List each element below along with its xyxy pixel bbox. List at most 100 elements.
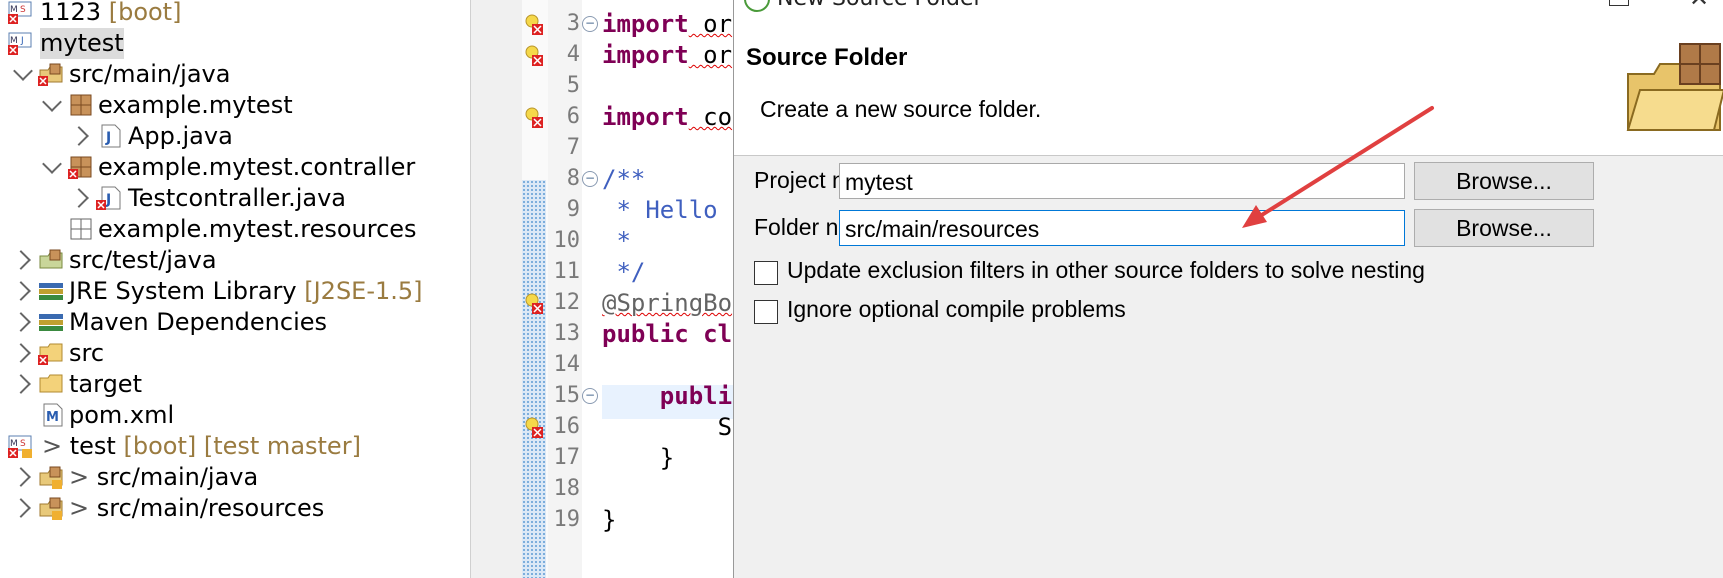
code-line[interactable]: import co [602, 100, 732, 134]
tree-item-src-test-java[interactable]: src/test/java [0, 245, 470, 276]
tree-item-label: src/main/resources [96, 494, 325, 522]
update-exclusion-checkbox[interactable] [754, 261, 778, 285]
folder-browse-button[interactable]: Browse... [1414, 209, 1594, 247]
maven-pom-icon: M [43, 403, 63, 427]
project-name-input[interactable]: mytest [839, 163, 1405, 199]
chevron-right-icon[interactable] [11, 498, 31, 518]
line-number: 9 [566, 197, 580, 222]
tree-item-pom-xml[interactable]: M pom.xml [0, 400, 470, 431]
error-lightbulb-icon[interactable] [524, 13, 546, 35]
tree-item-label: src [69, 339, 105, 367]
ignore-optional-label[interactable]: Ignore optional compile problems [787, 296, 1126, 323]
code-line[interactable]: public cl [602, 317, 732, 351]
new-source-folder-dialog: New Source Folder ✕ Source Folder Create… [733, 0, 1723, 578]
error-lightbulb-icon[interactable] [524, 292, 546, 314]
svg-text:J: J [20, 36, 24, 46]
tree-item-decoration: [boot] [108, 0, 182, 26]
maximize-icon[interactable] [1609, 0, 1629, 6]
close-icon[interactable]: ✕ [1689, 0, 1709, 12]
project-explorer: MS 1123 [boot] MJ mytest src/main/java e… [0, 0, 470, 578]
project-browse-button[interactable]: Browse... [1414, 162, 1594, 200]
code-line[interactable]: * [602, 224, 630, 258]
tree-item-decoration: [boot] [test master] [123, 432, 361, 460]
code-line[interactable]: } [602, 503, 616, 537]
line-number: 10 [553, 228, 581, 253]
tree-item-app-java[interactable]: J App.java [0, 121, 470, 152]
tree-item-package-resources[interactable]: example.mytest.resources [0, 214, 470, 245]
tree-item-label: example.mytest.contraller [98, 153, 416, 181]
chevron-right-icon[interactable] [69, 126, 89, 146]
ignore-optional-checkbox[interactable] [754, 300, 778, 324]
code-line[interactable]: @SpringBo [602, 286, 732, 320]
error-lightbulb-icon[interactable] [524, 44, 546, 66]
git-dirty-marker: > [42, 432, 63, 460]
tree-item-target[interactable]: target [0, 369, 470, 400]
tree-item-label: src/main/java [69, 60, 231, 88]
line-number: 11 [553, 259, 581, 284]
library-icon [39, 314, 63, 331]
tree-item-test-src-main-resources[interactable]: > src/main/resources [0, 493, 470, 524]
tree-item-maven-dependencies[interactable]: Maven Dependencies [0, 307, 470, 338]
package-icon [70, 94, 92, 116]
tree-item-label: test [69, 432, 116, 460]
code-line[interactable]: import or [602, 38, 732, 72]
tree-item-package-example-mytest[interactable]: example.mytest [0, 90, 470, 121]
line-number: 12 [553, 290, 581, 315]
chevron-right-icon[interactable] [69, 188, 89, 208]
folder-name-input[interactable]: src/main/resources [839, 210, 1405, 246]
line-number: 6 [566, 104, 580, 129]
error-lightbulb-icon[interactable] [524, 106, 546, 128]
tree-item-package-contraller[interactable]: example.mytest.contraller [0, 152, 470, 183]
tree-item-1123[interactable]: MS 1123 [boot] [0, 0, 470, 28]
code-line[interactable]: */ [602, 255, 645, 289]
error-lightbulb-icon[interactable] [524, 416, 546, 438]
fold-toggle-icon[interactable]: − [582, 171, 598, 187]
dialog-description: Create a new source folder. [760, 96, 1042, 122]
tree-item-label: 1123 [40, 0, 102, 26]
tree-item-label: example.mytest [98, 91, 293, 119]
fold-toggle-icon[interactable]: − [582, 388, 598, 404]
line-number: 4 [566, 42, 580, 67]
code-line[interactable]: } [602, 441, 674, 475]
source-folder-icon [39, 497, 63, 520]
chevron-right-icon[interactable] [11, 250, 31, 270]
line-number: 19 [553, 507, 581, 532]
fold-toggle-icon[interactable]: − [582, 16, 598, 32]
tree-item-jre-library[interactable]: JRE System Library [J2SE-1.5] [0, 276, 470, 307]
chevron-right-icon[interactable] [11, 374, 31, 394]
tree-item-test[interactable]: MS > test [boot] [test master] [0, 431, 470, 462]
svg-text:S: S [20, 5, 26, 15]
tree-item-label: Maven Dependencies [69, 308, 328, 336]
dialog-header: New Source Folder ✕ Source Folder Create… [734, 0, 1723, 156]
view-sash[interactable] [470, 0, 523, 578]
java-file-icon: J [101, 124, 121, 148]
tree-item-label: Testcontraller.java [128, 184, 347, 212]
code-line[interactable]: S [602, 410, 732, 444]
code-line[interactable]: import or [602, 7, 732, 41]
code-line[interactable]: publi [602, 379, 732, 413]
line-number: 14 [553, 352, 581, 377]
chevron-down-icon[interactable] [42, 154, 62, 174]
java-editor[interactable]: 2 3 4 5 6 7 8 9 10 11 12 13 14 15 16 17 … [522, 0, 733, 578]
maven-project-icon: MS [8, 435, 32, 458]
svg-text:M: M [10, 5, 18, 15]
tree-item-mytest[interactable]: MJ mytest [0, 28, 470, 59]
tree-item-label: JRE System Library [69, 277, 297, 305]
code-line[interactable]: * Hello [602, 193, 717, 227]
chevron-right-icon[interactable] [11, 343, 31, 363]
tree-item-label: src/main/java [96, 463, 259, 491]
update-exclusion-label[interactable]: Update exclusion filters in other source… [787, 257, 1425, 284]
tree-item-test-src-main-java[interactable]: > src/main/java [0, 462, 470, 493]
tree-item-src[interactable]: src [0, 338, 470, 369]
chevron-right-icon[interactable] [11, 467, 31, 487]
svg-text:M: M [10, 439, 18, 449]
tree-item-label: App.java [128, 122, 233, 150]
chevron-down-icon[interactable] [13, 61, 33, 81]
chevron-right-icon[interactable] [11, 281, 31, 301]
code-line[interactable]: /** [602, 162, 645, 196]
empty-package-icon [70, 218, 92, 240]
tree-item-src-main-java[interactable]: src/main/java [0, 59, 470, 90]
chevron-down-icon[interactable] [42, 92, 62, 112]
tree-item-testcontraller-java[interactable]: J Testcontraller.java [0, 183, 470, 214]
chevron-right-icon[interactable] [11, 312, 31, 332]
